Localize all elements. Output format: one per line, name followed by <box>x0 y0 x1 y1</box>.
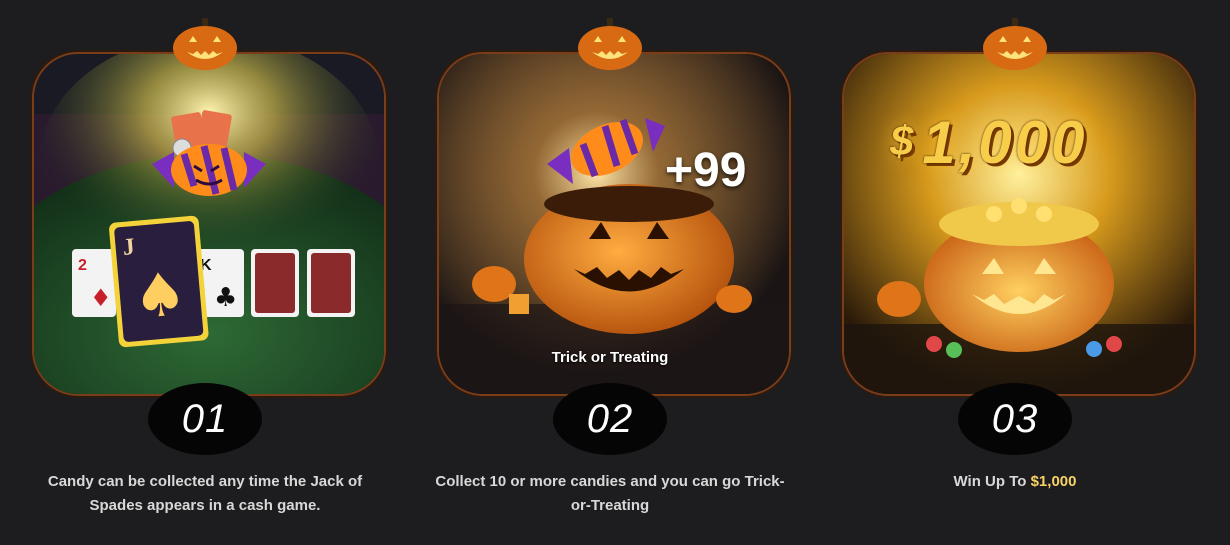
step-caption: Win Up To $1,000 <box>835 470 1195 494</box>
caption-prefix: Win Up To <box>953 473 1031 490</box>
prize-amount-banner: $1,000 <box>890 108 1088 177</box>
svg-text:♣: ♣ <box>214 283 237 313</box>
step-number-badge: 02 <box>553 383 667 455</box>
prize-currency: $ <box>890 117 917 164</box>
prize-pumpkin-illustration <box>842 52 1196 396</box>
step-number-badge: 01 <box>148 383 262 455</box>
step-number: 02 <box>586 396 634 441</box>
step-1-card: 2 ♦ K ♣ J ♠ 01 Candy can be collected an… <box>5 0 405 545</box>
poker-table-illustration: 2 ♦ K ♣ J ♠ <box>32 52 386 396</box>
step-number: 01 <box>181 396 229 441</box>
prize-amount: 1,000 <box>922 109 1088 176</box>
candy-bonus-count: +99 <box>665 144 747 197</box>
step-2-card: 02 Collect 10 or more candies and you ca… <box>410 0 810 545</box>
step-caption: Candy can be collected any time the Jack… <box>47 473 363 514</box>
step-number-badge: 03 <box>958 383 1072 455</box>
prize-highlight: $1,000 <box>1030 473 1077 490</box>
trick-or-treating-label: Trick or Treating <box>551 349 669 366</box>
jack-o-lantern-icon <box>983 18 1047 70</box>
jack-o-lantern-icon <box>173 18 237 70</box>
step-caption: Collect 10 or more candies and you can g… <box>435 473 785 514</box>
pumpkin-candy-illustration <box>437 52 791 396</box>
jack-o-lantern-icon <box>578 18 642 70</box>
svg-text:J: J <box>122 234 136 261</box>
step-3-card: 03 Win Up To $1,000 <box>815 0 1215 545</box>
step-number: 03 <box>991 396 1039 441</box>
svg-text:2: 2 <box>78 257 87 274</box>
svg-text:♠: ♠ <box>130 259 190 333</box>
svg-text:♦: ♦ <box>90 284 112 312</box>
